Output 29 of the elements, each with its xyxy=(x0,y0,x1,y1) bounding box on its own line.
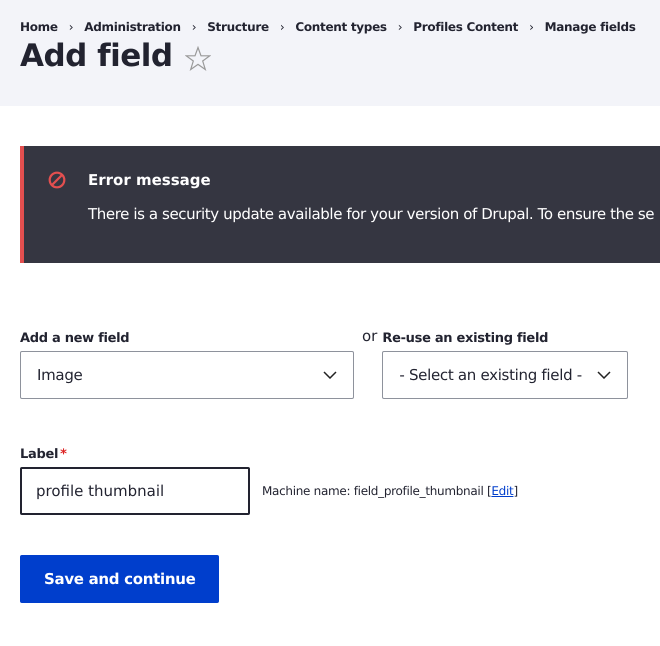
error-icon xyxy=(48,171,66,189)
machine-name-text: Machine name: field_profile_thumbnail [Edit] xyxy=(262,484,518,498)
edit-link[interactable]: Edit xyxy=(491,484,514,498)
existing-field-select[interactable]: - Select an existing field - xyxy=(382,351,628,399)
breadcrumb-link[interactable]: Administration xyxy=(84,20,181,34)
breadcrumb-link[interactable]: Manage fields xyxy=(544,20,636,34)
chevron-down-icon xyxy=(597,371,612,379)
or-text: or xyxy=(362,327,378,345)
label-input[interactable]: profile thumbnail xyxy=(20,467,250,515)
breadcrumb-link[interactable]: Structure xyxy=(207,20,269,34)
breadcrumb-separator: › xyxy=(280,20,284,34)
chevron-down-icon xyxy=(323,371,337,379)
star-icon[interactable] xyxy=(184,46,211,70)
breadcrumb-separator: › xyxy=(192,20,196,34)
field-label: Re-use an existing field xyxy=(382,331,550,346)
message-text: There is a security update available for your version of Drupal. To ensure the se xyxy=(88,205,656,223)
page-title: Add field xyxy=(20,38,173,74)
field-type-select[interactable]: Image xyxy=(20,351,354,399)
message-title: Error message xyxy=(88,171,211,189)
breadcrumb-link[interactable]: Content types xyxy=(295,20,387,34)
required-mark: * xyxy=(60,447,67,462)
field-label: Add a new field xyxy=(20,331,130,346)
breadcrumb-separator: › xyxy=(529,20,534,34)
breadcrumb-separator: › xyxy=(68,20,74,34)
field-label: Label xyxy=(20,447,58,462)
breadcrumb-link[interactable]: Profiles Content xyxy=(413,20,518,34)
breadcrumb-separator: › xyxy=(398,20,402,34)
save-button[interactable]: Save and continue xyxy=(20,555,220,603)
breadcrumb-link[interactable]: Home xyxy=(20,20,58,34)
